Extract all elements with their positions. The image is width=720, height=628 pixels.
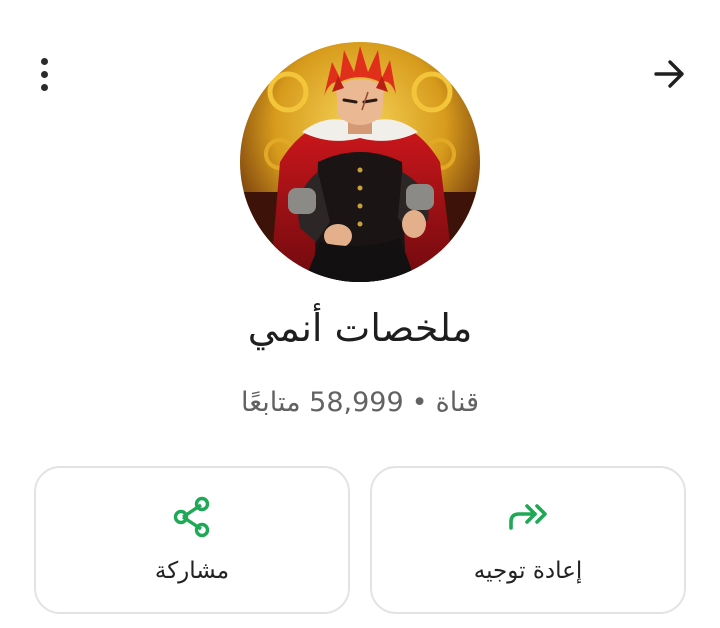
menu-dot [40,70,48,78]
share-label: مشاركة [154,558,230,584]
share-icon [173,496,210,538]
followers-count: 58,999 متابعًا [240,387,404,418]
share-button[interactable]: مشاركة [34,466,350,614]
channel-type-label: قناة [435,387,480,418]
forward-button[interactable]: إعادة توجيه [370,466,686,614]
forward-icon [509,504,547,530]
channel-meta: قناة•58,999 متابعًا [0,384,720,422]
menu-dot [40,57,48,65]
more-options-button[interactable] [26,54,62,94]
channel-info-screen: ملخصات أنمي قناة•58,999 متابعًا إعادة تو… [0,0,720,628]
channel-avatar[interactable] [240,42,480,282]
channel-name: ملخصات أنمي [247,306,473,350]
meta-separator: • [411,387,428,418]
back-button[interactable] [648,54,690,94]
menu-dot [40,83,48,91]
forward-label: إعادة توجيه [473,558,583,584]
arrow-right-icon [654,60,684,88]
avatar-image [240,42,480,282]
